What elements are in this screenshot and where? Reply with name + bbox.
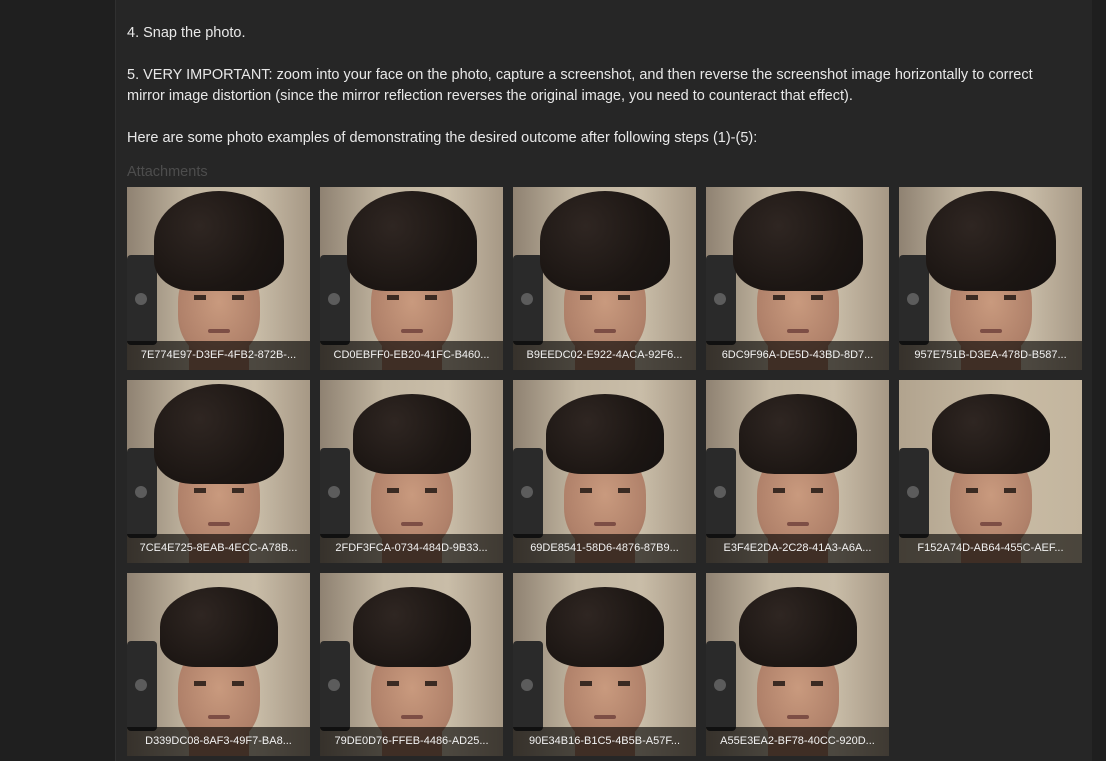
hair-image	[925, 191, 1056, 291]
attachment-filename: E3F4E2DA-2C28-41A3-A6A...	[706, 534, 889, 563]
attachment-filename: A55E3EA2-BF78-40CC-920D...	[706, 727, 889, 756]
phone-image	[127, 448, 157, 538]
attachment-filename: 7CE4E725-8EAB-4ECC-A78B...	[127, 534, 310, 563]
eyes-image	[579, 488, 630, 493]
hair-image	[159, 587, 278, 667]
phone-image	[320, 641, 350, 731]
eyes-image	[386, 488, 437, 493]
mouth-image	[400, 522, 423, 526]
phone-image	[320, 448, 350, 538]
mouth-image	[786, 522, 809, 526]
mouth-image	[786, 329, 809, 333]
step-5-text-line-1: 5. VERY IMPORTANT: zoom into your face o…	[127, 67, 1033, 83]
attachment-filename: F152A74D-AB64-455C-AEF...	[899, 534, 1082, 563]
eyes-image	[579, 681, 630, 686]
mouth-image	[979, 522, 1002, 526]
hair-image	[346, 191, 477, 291]
attachment-thumbnail[interactable]: 79DE0D76-FFEB-4486-AD25...	[320, 573, 503, 756]
eyes-image	[772, 488, 823, 493]
hair-image	[352, 394, 471, 474]
attachments-grid: 7E774E97-D3EF-4FB2-872B-... CD0EBFF0-EB2…	[127, 187, 1087, 756]
phone-image	[706, 255, 736, 345]
attachment-thumbnail[interactable]: A55E3EA2-BF78-40CC-920D...	[706, 573, 889, 756]
phone-image	[513, 255, 543, 345]
eyes-image	[772, 681, 823, 686]
attachment-filename: CD0EBFF0-EB20-41FC-B460...	[320, 341, 503, 370]
attachment-thumbnail[interactable]: 90E34B16-B1C5-4B5B-A57F...	[513, 573, 696, 756]
attachment-thumbnail[interactable]: CD0EBFF0-EB20-41FC-B460...	[320, 187, 503, 370]
examples-intro-text: Here are some photo examples of demonstr…	[127, 130, 758, 146]
attachment-thumbnail[interactable]: F152A74D-AB64-455C-AEF...	[899, 380, 1082, 563]
attachment-thumbnail[interactable]: B9EEDC02-E922-4ACA-92F6...	[513, 187, 696, 370]
eyes-image	[965, 488, 1016, 493]
eyes-image	[965, 295, 1016, 300]
attachment-thumbnail[interactable]: 69DE8541-58D6-4876-87B9...	[513, 380, 696, 563]
mouth-image	[207, 329, 230, 333]
step-4-text: 4. Snap the photo.	[127, 25, 246, 41]
attachment-thumbnail[interactable]: 6DC9F96A-DE5D-43BD-8D7...	[706, 187, 889, 370]
hair-image	[931, 394, 1050, 474]
mouth-image	[207, 715, 230, 719]
mouth-image	[400, 715, 423, 719]
mouth-image	[786, 715, 809, 719]
attachment-thumbnail[interactable]: 7CE4E725-8EAB-4ECC-A78B...	[127, 380, 310, 563]
eyes-image	[772, 295, 823, 300]
hair-image	[545, 587, 664, 667]
eyes-image	[193, 295, 244, 300]
phone-image	[320, 255, 350, 345]
left-gutter	[0, 0, 115, 761]
attachment-thumbnail[interactable]: E3F4E2DA-2C28-41A3-A6A...	[706, 380, 889, 563]
phone-image	[706, 641, 736, 731]
attachment-filename: B9EEDC02-E922-4ACA-92F6...	[513, 341, 696, 370]
hair-image	[153, 191, 284, 291]
eyes-image	[386, 295, 437, 300]
eyes-image	[579, 295, 630, 300]
phone-image	[513, 641, 543, 731]
hair-image	[352, 587, 471, 667]
attachments-label: Attachments	[127, 164, 208, 180]
attachment-filename: 6DC9F96A-DE5D-43BD-8D7...	[706, 341, 889, 370]
mouth-image	[979, 329, 1002, 333]
phone-image	[899, 448, 929, 538]
attachment-filename: 7E774E97-D3EF-4FB2-872B-...	[127, 341, 310, 370]
hair-image	[545, 394, 664, 474]
attachment-thumbnail[interactable]: 2FDF3FCA-0734-484D-9B33...	[320, 380, 503, 563]
phone-image	[127, 641, 157, 731]
mouth-image	[207, 522, 230, 526]
attachment-thumbnail[interactable]: D339DC08-8AF3-49F7-BA8...	[127, 573, 310, 756]
attachment-filename: D339DC08-8AF3-49F7-BA8...	[127, 727, 310, 756]
eyes-image	[193, 681, 244, 686]
hair-image	[539, 191, 670, 291]
eyes-image	[386, 681, 437, 686]
mouth-image	[593, 715, 616, 719]
phone-image	[513, 448, 543, 538]
attachment-filename: 957E751B-D3EA-478D-B587...	[899, 341, 1082, 370]
attachment-filename: 2FDF3FCA-0734-484D-9B33...	[320, 534, 503, 563]
attachment-filename: 79DE0D76-FFEB-4486-AD25...	[320, 727, 503, 756]
phone-image	[706, 448, 736, 538]
attachment-thumbnail[interactable]: 957E751B-D3EA-478D-B587...	[899, 187, 1082, 370]
hair-image	[738, 394, 857, 474]
attachment-filename: 90E34B16-B1C5-4B5B-A57F...	[513, 727, 696, 756]
eyes-image	[193, 488, 244, 493]
phone-image	[127, 255, 157, 345]
phone-image	[899, 255, 929, 345]
attachment-thumbnail[interactable]: 7E774E97-D3EF-4FB2-872B-...	[127, 187, 310, 370]
attachment-filename: 69DE8541-58D6-4876-87B9...	[513, 534, 696, 563]
mouth-image	[593, 522, 616, 526]
step-5-text-line-2: mirror image distortion (since the mirro…	[127, 88, 853, 104]
hair-image	[153, 384, 284, 484]
mouth-image	[593, 329, 616, 333]
mouth-image	[400, 329, 423, 333]
hair-image	[738, 587, 857, 667]
hair-image	[732, 191, 863, 291]
right-gutter	[1092, 0, 1106, 761]
